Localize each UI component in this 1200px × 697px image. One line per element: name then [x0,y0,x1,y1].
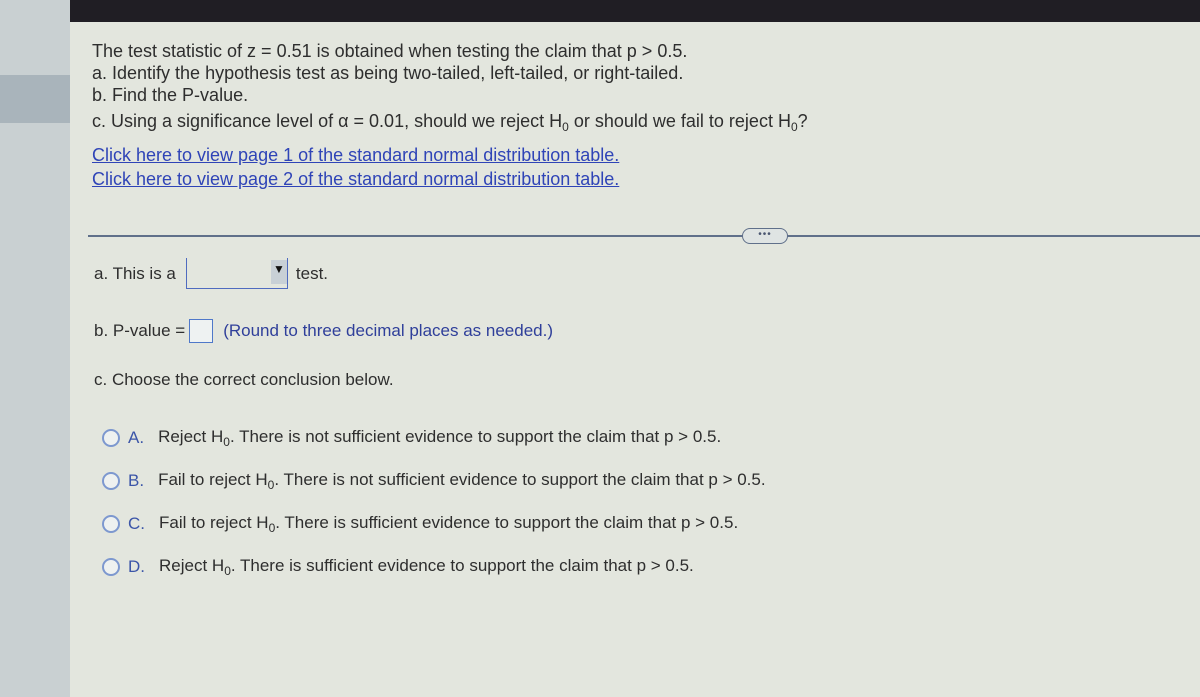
left-sidebar [0,0,70,697]
question-panel: The test statistic of z = 0.51 is obtain… [70,22,1200,697]
option-text-pre: Fail to reject H [159,513,269,532]
option-c[interactable]: C. Fail to reject H0. There is sufficien… [102,513,738,535]
sidebar-highlight [0,75,70,123]
option-text-post: . There is not sufficient evidence to su… [229,427,722,446]
option-text-pre: Reject H [158,427,224,446]
option-letter: C. [128,514,145,533]
table-page-2-link[interactable]: Click here to view page 2 of the standar… [92,169,619,190]
question-part-c: c. Using a significance level of α = 0.0… [92,110,808,138]
radio-button[interactable] [102,558,120,576]
answer-b-row: b. P-value = (Round to three decimal pla… [94,319,553,343]
option-text-post: . There is not sufficient evidence to su… [274,470,766,489]
question-statement: The test statistic of z = 0.51 is obtain… [92,41,688,61]
subscript: 0 [790,120,798,134]
part-c-text-2: or should we fail to reject H [568,111,791,131]
option-text-post: . There is sufficient evidence to suppor… [230,556,694,575]
option-text-pre: Fail to reject H [158,470,268,489]
subscript: 0 [223,435,230,449]
rounding-hint: (Round to three decimal places as needed… [223,321,554,340]
option-b[interactable]: B. Fail to reject H0. There is not suffi… [102,470,766,492]
p-value-input[interactable] [189,319,214,343]
question-part-b: b. Find the P-value. [92,85,249,105]
tail-type-dropdown[interactable]: ▼ [185,258,288,289]
radio-button[interactable] [102,515,120,533]
answer-c-prompt: c. Choose the correct conclusion below. [94,370,394,389]
dropdown-arrow-icon[interactable]: ▼ [270,260,287,284]
option-letter: B. [128,471,145,490]
question-part-a: a. Identify the hypothesis test as being… [92,63,684,83]
table-page-1-link[interactable]: Click here to view page 1 of the standar… [92,145,619,166]
radio-button[interactable] [102,472,120,490]
subscript: 0 [562,120,569,134]
answer-a-label: a. This is a [94,263,176,283]
answer-a-suffix: test. [295,263,329,283]
answer-a-row: a. This is a ▼ test. [94,258,328,289]
option-text-pre: Reject H [159,556,225,575]
expand-more-button[interactable]: ••• [742,228,788,244]
option-letter: D. [128,557,145,576]
option-text: Reject H0. There is not sufficient evide… [158,427,721,449]
radio-button[interactable] [102,429,120,447]
window-top-bar [0,0,1200,22]
answer-b-label: b. P-value = [94,321,186,340]
option-text-post: . There is sufficient evidence to suppor… [275,513,739,532]
option-text: Fail to reject H0. There is not sufficie… [158,470,766,492]
option-d[interactable]: D. Reject H0. There is sufficient eviden… [102,556,694,578]
part-c-text-1: c. Using a significance level of α = 0.0… [92,111,563,131]
option-text: Reject H0. There is sufficient evidence … [159,556,694,578]
option-text: Fail to reject H0. There is sufficient e… [159,513,738,535]
subscript: 0 [224,564,231,578]
option-letter: A. [128,428,145,447]
option-a[interactable]: A. Reject H0. There is not sufficient ev… [102,427,721,449]
part-c-text-3: ? [797,111,808,131]
section-divider [88,235,1200,237]
